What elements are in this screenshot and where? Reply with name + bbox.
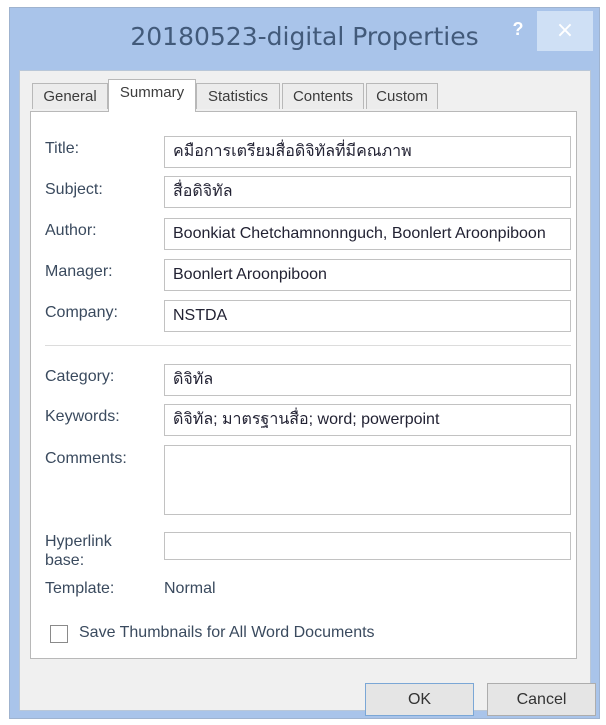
cancel-button[interactable]: Cancel	[487, 683, 596, 716]
save-thumbnails-label[interactable]: Save Thumbnails for All Word Documents	[79, 624, 375, 642]
subject-field[interactable]: สื่อดิจิทัล	[164, 176, 571, 208]
keywords-label: Keywords:	[45, 408, 120, 425]
title-field[interactable]: คมือการเตรียมสื่อดิจิทัลที่มีคณภาพ	[164, 136, 571, 168]
category-field[interactable]: ดิจิทัล	[164, 364, 571, 396]
hyperlink-base-label: Hyperlink base:	[45, 533, 112, 569]
help-button[interactable]: ?	[503, 14, 533, 44]
tab-custom[interactable]: Custom	[366, 83, 438, 109]
title-bar: 20180523-digital Properties ? ×	[10, 8, 599, 68]
save-thumbnails-checkbox[interactable]	[50, 625, 68, 643]
tab-contents[interactable]: Contents	[282, 83, 364, 109]
summary-panel: Title: คมือการเตรียมสื่อดิจิทัลที่มีคณภา…	[30, 111, 577, 659]
comments-field[interactable]	[164, 445, 571, 515]
properties-dialog: 20180523-digital Properties ? × General …	[9, 7, 600, 719]
tab-general[interactable]: General	[32, 83, 108, 109]
company-field[interactable]: NSTDA	[164, 300, 571, 332]
template-value: Normal	[164, 580, 216, 597]
comments-label: Comments:	[45, 450, 127, 467]
hyperlink-base-field[interactable]	[164, 532, 571, 560]
subject-label: Subject:	[45, 181, 103, 198]
close-button[interactable]: ×	[537, 11, 593, 51]
tab-summary[interactable]: Summary	[108, 79, 196, 112]
keywords-field[interactable]: ดิจิทัล; มาตรฐานสื่อ; word; powerpoint	[164, 404, 571, 436]
dialog-client-area: General Summary Statistics Contents Cust…	[19, 70, 596, 716]
author-field[interactable]: Boonkiat Chetchamnonnguch, Boonlert Aroo…	[164, 218, 571, 250]
author-label: Author:	[45, 222, 97, 239]
tab-statistics[interactable]: Statistics	[196, 83, 280, 109]
title-label: Title:	[45, 140, 80, 157]
ok-button[interactable]: OK	[365, 683, 474, 716]
company-label: Company:	[45, 304, 118, 321]
manager-label: Manager:	[45, 263, 113, 280]
manager-field[interactable]: Boonlert Aroonpiboon	[164, 259, 571, 291]
category-label: Category:	[45, 368, 115, 385]
section-divider	[45, 345, 571, 346]
template-label: Template:	[45, 580, 115, 597]
